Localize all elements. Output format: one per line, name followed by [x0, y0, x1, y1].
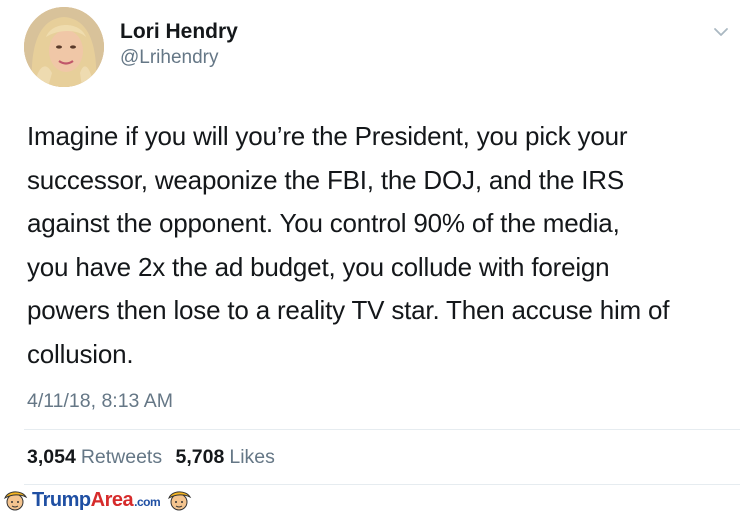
- tweet-line: successor, weaponize the FBI, the DOJ, a…: [27, 164, 624, 195]
- divider: [24, 429, 740, 430]
- author-name[interactable]: Lori Hendry: [120, 20, 238, 44]
- trump-face-icon: [4, 491, 28, 511]
- tweet-timestamp[interactable]: 4/11/18, 8:13 AM: [27, 390, 173, 413]
- likes-stat[interactable]: 5,708 Likes: [176, 446, 275, 469]
- tweet-line: Imagine if you will you’re the President…: [27, 121, 628, 151]
- watermark-text: TrumpArea.com: [32, 488, 161, 512]
- divider: [24, 484, 740, 485]
- likes-label: Likes: [229, 446, 275, 468]
- likes-count: 5,708: [175, 446, 225, 468]
- watermark-suffix: .com: [134, 494, 161, 509]
- tweet-line: you have 2x the ad budget, you collude w…: [27, 251, 610, 282]
- trump-face-icon: [168, 491, 192, 511]
- tweet-line: powers then lose to a reality TV star. T…: [27, 295, 670, 325]
- watermark: TrumpArea.com: [2, 487, 192, 513]
- avatar-photo: [24, 7, 104, 87]
- tweet-text: Imagine if you will you’re the President…: [27, 115, 732, 376]
- engagement-stats: 3,054 Retweets 5,708 Likes: [27, 446, 283, 469]
- avatar[interactable]: [24, 7, 104, 87]
- watermark-main: Trump: [32, 488, 91, 511]
- author-handle[interactable]: @Lrihendry: [120, 47, 219, 69]
- retweets-count: 3,054: [27, 446, 76, 468]
- watermark-accent: Area: [90, 488, 134, 511]
- retweets-stat[interactable]: 3,054 Retweets: [27, 446, 162, 469]
- tweet-line: collusion.: [27, 338, 134, 369]
- retweets-label: Retweets: [80, 446, 163, 468]
- chevron-down-icon[interactable]: [711, 22, 731, 42]
- tweet-line: against the opponent. You control 90% of…: [27, 208, 620, 238]
